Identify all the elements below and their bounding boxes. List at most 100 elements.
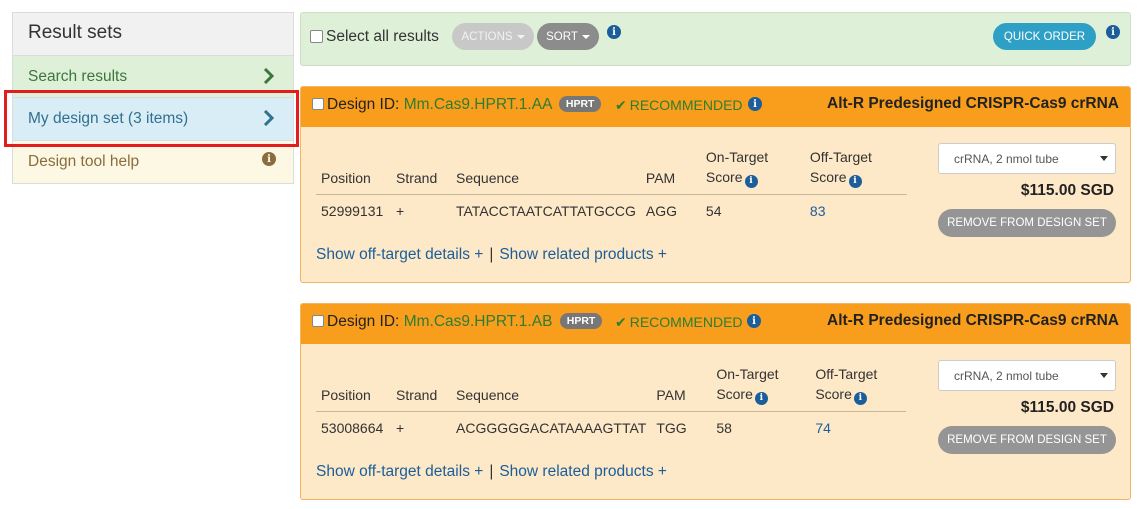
design-card-header: Design ID: Mm.Cas9.HPRT.1.AA HPRT ✔ RECOM… [301,87,1130,127]
col-pam: PAM [651,364,712,412]
actions-label: ACTIONS [461,30,513,43]
design-id-value: Mm.Cas9.HPRT.1.AA [403,96,552,113]
col-sequence: Sequence [451,147,641,195]
cell-pam: AGG [645,202,678,219]
cell-position: 52999131 [321,202,384,219]
status-text: RECOMMENDED [629,314,743,330]
caret-down-icon [1100,156,1108,161]
info-icon[interactable]: i [744,174,758,188]
format-select-value: crRNA, 2 nmol tube [954,152,1059,166]
show-related-products-link[interactable]: Show related products + [499,246,667,263]
recommended-status: ✔ RECOMMENDED [615,97,743,114]
design-select-checkbox[interactable] [312,315,324,327]
recommended-status: ✔ RECOMMENDED [615,314,743,331]
header-line: Off-Target [815,366,878,382]
header-line: Score [705,169,743,185]
chevron-right-icon [263,68,274,84]
header-line: On-Target [716,366,779,382]
sidebar-item-label: Search results [28,67,128,85]
info-icon[interactable]: i [747,314,761,328]
link-separator: | [489,463,494,480]
header-line: On-Target [705,149,769,165]
table-row: 53008664 + ACGGGGGACATAAAAGTTAT TGG 58 7… [316,411,906,440]
off-target-score-link[interactable]: 74 [810,411,906,440]
card-links: Show off-target details + | Show related p… [316,246,667,264]
col-position: Position [316,147,391,195]
cell-sequence: TATACCTAATCATTATGCCG [456,202,636,219]
card-links: Show off-target details + | Show related p… [316,463,667,481]
design-id-value: Mm.Cas9.HPRT.1.AB [403,313,553,330]
price: $115.00 SGD [1020,182,1114,199]
col-position: Position [316,364,391,412]
selection-highlight [4,90,299,147]
col-strand: Strand [391,364,451,412]
info-icon[interactable]: i [853,391,867,405]
caret-down-icon [581,34,590,39]
cell-sequence: ACGGGGGACATAAAAGTTAT [456,419,647,436]
design-id: Design ID: Mm.Cas9.HPRT.1.AB HPRT [327,313,603,331]
sequence-table: Position Strand Sequence PAM On-Target Sc… [316,147,907,223]
gene-badge: HPRT [558,96,602,112]
cell-on-target: 54 [705,202,722,219]
col-off-target: Off-Target Score i [810,364,907,412]
design-id: Design ID: Mm.Cas9.HPRT.1.AA HPRT [327,96,602,114]
info-icon[interactable]: i [848,174,862,188]
select-all-label[interactable]: Select all results [326,28,439,46]
show-related-products-link[interactable]: Show related products + [499,463,667,480]
header-line: Score [716,386,753,402]
design-id-label: Design ID: [327,313,400,330]
select-all-checkbox[interactable] [310,30,323,43]
sequence-table: Position Strand Sequence PAM On-Target Sc… [316,364,907,440]
cell-strand: + [396,202,405,219]
actions-button[interactable]: ACTIONS [452,23,534,50]
product-name: Alt-R Predesigned CRISPR-Cas9 crRNA [827,312,1119,329]
col-pam: PAM [640,147,701,195]
off-target-score-link[interactable]: 83 [805,194,907,223]
design-id-label: Design ID: [327,96,400,113]
design-select-checkbox[interactable] [312,98,324,110]
cell-strand: + [396,419,405,436]
col-sequence: Sequence [451,364,652,412]
show-off-target-link[interactable]: Show off-target details + [316,463,483,480]
col-strand: Strand [391,147,451,195]
cell-pam: TGG [656,419,687,436]
quick-order-button[interactable]: QUICK ORDER [993,23,1096,50]
info-icon: i [262,152,276,166]
format-select[interactable]: crRNA, 2 nmol tube [938,143,1116,174]
col-on-target: On-Target Score i [711,364,811,412]
cell-on-target: 58 [716,419,732,436]
design-card: Design ID: Mm.Cas9.HPRT.1.AA HPRT ✔ RECOM… [300,86,1131,283]
header-line: Off-Target [809,149,872,165]
caret-down-icon [516,34,525,39]
check-icon: ✔ [615,314,627,330]
info-icon[interactable]: i [607,25,621,39]
info-icon[interactable]: i [754,391,768,405]
table-row: 52999131 + TATACCTAATCATTATGCCG AGG 54 8… [316,194,907,223]
design-card-header: Design ID: Mm.Cas9.HPRT.1.AB HPRT ✔ RECOM… [301,304,1130,344]
remove-from-design-set-button[interactable]: REMOVE FROM DESIGN SET [938,426,1116,454]
format-select-value: crRNA, 2 nmol tube [954,369,1059,383]
header-line: Score [809,169,847,185]
caret-down-icon [1100,373,1108,378]
status-text: RECOMMENDED [629,97,743,113]
design-card: Design ID: Mm.Cas9.HPRT.1.AB HPRT ✔ RECOM… [300,303,1131,500]
info-icon[interactable]: i [1106,25,1120,39]
sidebar-item-label: Design tool help [28,153,140,170]
col-off-target: Off-Target Score i [804,147,907,195]
header-line: Score [815,386,852,402]
sidebar-item-design-tool-help[interactable]: Design tool help i [12,141,294,184]
info-icon[interactable]: i [748,97,762,111]
show-off-target-link[interactable]: Show off-target details + [316,246,483,263]
sort-label: SORT [546,30,578,43]
format-select[interactable]: crRNA, 2 nmol tube [938,360,1116,391]
remove-from-design-set-button[interactable]: REMOVE FROM DESIGN SET [938,209,1116,237]
check-icon: ✔ [615,97,627,113]
results-toolbar: Select all results ACTIONS SORT i QUICK … [300,12,1131,66]
sort-button[interactable]: SORT [537,23,599,50]
col-on-target: On-Target Score i [700,147,805,195]
price: $115.00 SGD [1020,399,1114,416]
sidebar-title: Result sets [12,12,294,55]
product-name: Alt-R Predesigned CRISPR-Cas9 crRNA [827,95,1119,112]
gene-badge: HPRT [559,313,603,329]
link-separator: | [489,246,494,263]
